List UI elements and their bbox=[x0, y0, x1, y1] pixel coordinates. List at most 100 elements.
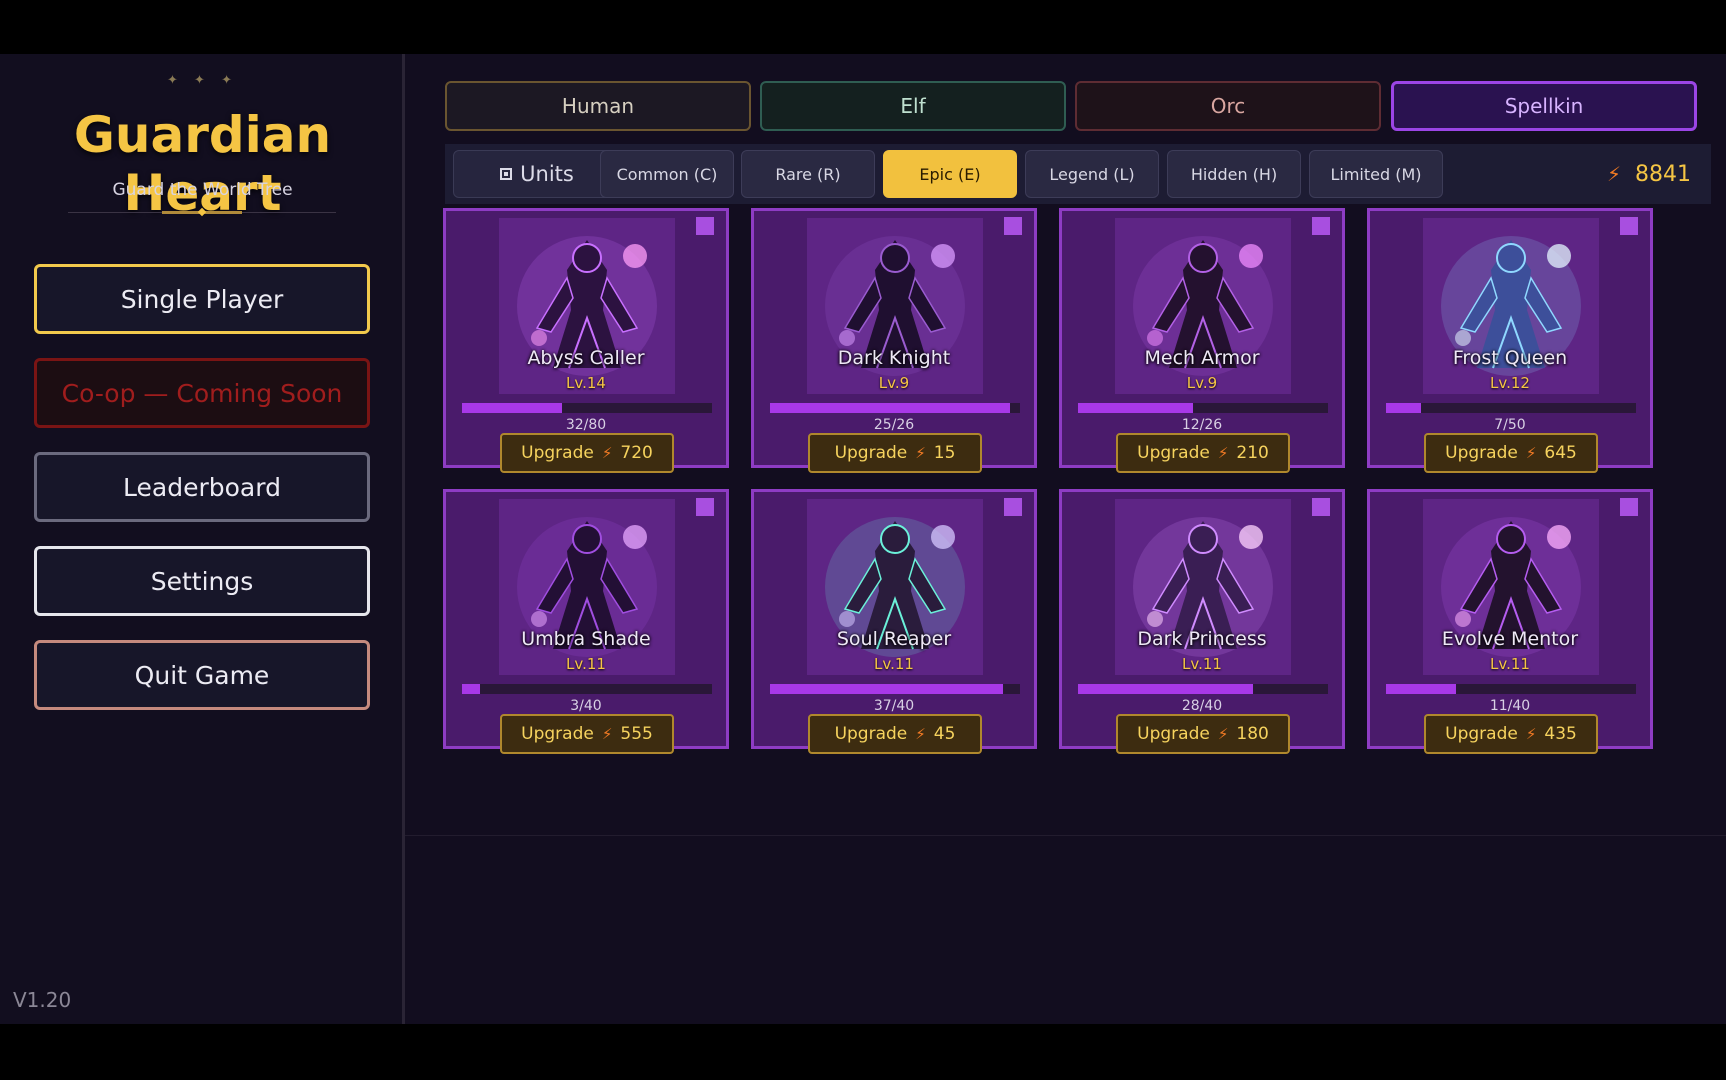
upgrade-button[interactable]: Upgrade ⚡ 45 bbox=[808, 714, 982, 754]
unit-level: Lv.11 bbox=[1182, 655, 1222, 673]
currency-display: ⚡ 8841 bbox=[1607, 144, 1691, 204]
unit-name: Evolve Mentor bbox=[1441, 628, 1579, 650]
upgrade-label: Upgrade bbox=[521, 443, 594, 463]
unit-card[interactable]: Dark Princess Lv.11 28/40 Upgrade ⚡ 180 bbox=[1059, 489, 1345, 754]
upgrade-label: Upgrade bbox=[1137, 443, 1210, 463]
upgrade-cost: 435 bbox=[1544, 724, 1577, 744]
rarity-tab-legend[interactable]: Legend (L) bbox=[1025, 150, 1159, 198]
xp-text: 11/40 bbox=[1489, 698, 1531, 714]
rarity-tab-common[interactable]: Common (C) bbox=[600, 150, 734, 198]
unit-card[interactable]: Frost Queen Lv.12 7/50 Upgrade ⚡ 645 bbox=[1367, 208, 1653, 473]
quit-game-button[interactable]: Quit Game bbox=[34, 640, 370, 710]
lightning-icon: ⚡ bbox=[915, 444, 926, 462]
coop-button[interactable]: Co-op — Coming Soon bbox=[34, 358, 370, 428]
game-subtitle: Guard the World Tree bbox=[112, 180, 293, 200]
select-checkbox[interactable] bbox=[1312, 498, 1330, 516]
rarity-filter-bar: Units Common (C) Rare (R) Epic (E) Legen… bbox=[445, 144, 1711, 204]
upgrade-button[interactable]: Upgrade ⚡ 720 bbox=[500, 433, 674, 473]
rarity-tab-epic[interactable]: Epic (E) bbox=[883, 150, 1017, 198]
rarity-tab-limited[interactable]: Limited (M) bbox=[1309, 150, 1443, 198]
single-player-button[interactable]: Single Player bbox=[34, 264, 370, 334]
faction-tab-spellkin[interactable]: Spellkin bbox=[1391, 81, 1697, 131]
upgrade-button[interactable]: Upgrade ⚡ 435 bbox=[1424, 714, 1598, 754]
xp-progress-fill bbox=[770, 403, 1010, 413]
unit-card[interactable]: Umbra Shade Lv.11 3/40 Upgrade ⚡ 555 bbox=[443, 489, 729, 754]
unit-level: Lv.9 bbox=[878, 374, 910, 392]
unit-card[interactable]: Soul Reaper Lv.11 37/40 Upgrade ⚡ 45 bbox=[751, 489, 1037, 754]
xp-progress-fill bbox=[1078, 684, 1253, 694]
xp-text: 12/26 bbox=[1181, 417, 1223, 433]
lightning-icon: ⚡ bbox=[601, 725, 613, 743]
upgrade-label: Upgrade bbox=[521, 724, 594, 744]
panel-divider bbox=[405, 835, 1726, 836]
select-checkbox[interactable] bbox=[1004, 217, 1022, 235]
xp-progress-bar bbox=[1078, 684, 1328, 694]
xp-progress-bar bbox=[1386, 403, 1636, 413]
rarity-tab-rare[interactable]: Rare (R) bbox=[741, 150, 875, 198]
upgrade-label: Upgrade bbox=[1137, 724, 1210, 744]
lightning-icon: ⚡ bbox=[1525, 444, 1537, 462]
units-icon bbox=[500, 168, 513, 180]
faction-tab-elf[interactable]: Elf bbox=[760, 81, 1066, 131]
xp-progress-bar bbox=[770, 403, 1020, 413]
upgrade-button[interactable]: Upgrade ⚡ 15 bbox=[808, 433, 982, 473]
upgrade-button[interactable]: Upgrade ⚡ 645 bbox=[1424, 433, 1598, 473]
lightning-icon: ⚡ bbox=[1525, 725, 1537, 743]
rarity-tab-hidden[interactable]: Hidden (H) bbox=[1167, 150, 1301, 198]
settings-button[interactable]: Settings bbox=[34, 546, 370, 616]
xp-progress-bar bbox=[462, 684, 712, 694]
upgrade-cost: 210 bbox=[1236, 443, 1269, 463]
upgrade-cost: 555 bbox=[620, 724, 653, 744]
unit-name: Dark Knight bbox=[837, 347, 951, 369]
xp-text: 25/26 bbox=[873, 417, 915, 433]
lightning-icon: ⚡ bbox=[601, 444, 613, 462]
currency-amount: 8841 bbox=[1635, 161, 1691, 187]
xp-text: 28/40 bbox=[1181, 698, 1223, 714]
unit-level: Lv.12 bbox=[1490, 374, 1530, 392]
xp-progress-fill bbox=[1078, 403, 1193, 413]
xp-progress-fill bbox=[462, 403, 562, 413]
lightning-icon: ⚡ bbox=[1217, 725, 1229, 743]
upgrade-button[interactable]: Upgrade ⚡ 180 bbox=[1116, 714, 1290, 754]
upgrade-label: Upgrade bbox=[834, 724, 908, 744]
xp-progress-fill bbox=[770, 684, 1003, 694]
xp-text: 37/40 bbox=[873, 698, 915, 714]
upgrade-button[interactable]: Upgrade ⚡ 210 bbox=[1116, 433, 1290, 473]
xp-progress-bar bbox=[462, 403, 712, 413]
upgrade-cost: 15 bbox=[933, 443, 956, 463]
leaderboard-button[interactable]: Leaderboard bbox=[34, 452, 370, 522]
select-checkbox[interactable] bbox=[1312, 217, 1330, 235]
unit-name: Abyss Caller bbox=[527, 347, 645, 369]
select-checkbox[interactable] bbox=[1620, 217, 1638, 235]
faction-tab-orc[interactable]: Orc bbox=[1075, 81, 1381, 131]
upgrade-button[interactable]: Upgrade ⚡ 555 bbox=[500, 714, 674, 754]
unit-card[interactable]: Dark Knight Lv.9 25/26 Upgrade ⚡ 15 bbox=[751, 208, 1037, 473]
upgrade-cost: 645 bbox=[1544, 443, 1577, 463]
upgrade-label: Upgrade bbox=[1445, 443, 1518, 463]
unit-card[interactable]: Mech Armor Lv.9 12/26 Upgrade ⚡ 210 bbox=[1059, 208, 1345, 473]
faction-tab-human[interactable]: Human bbox=[445, 81, 751, 131]
xp-progress-bar bbox=[1386, 684, 1636, 694]
xp-progress-fill bbox=[462, 684, 480, 694]
units-button[interactable]: Units bbox=[453, 150, 621, 198]
xp-text: 32/80 bbox=[565, 417, 607, 433]
upgrade-label: Upgrade bbox=[834, 443, 908, 463]
lightning-icon: ⚡ bbox=[1606, 162, 1621, 186]
xp-text: 7/50 bbox=[1494, 417, 1526, 433]
upgrade-cost: 720 bbox=[620, 443, 653, 463]
select-checkbox[interactable] bbox=[696, 217, 714, 235]
unit-level: Lv.11 bbox=[1490, 655, 1530, 673]
select-checkbox[interactable] bbox=[1004, 498, 1022, 516]
select-checkbox[interactable] bbox=[1620, 498, 1638, 516]
unit-card[interactable]: Abyss Caller Lv.14 32/80 Upgrade ⚡ 720 bbox=[443, 208, 729, 473]
unit-name: Frost Queen bbox=[1452, 347, 1568, 369]
unit-level: Lv.11 bbox=[566, 655, 606, 673]
unit-name: Dark Princess bbox=[1137, 628, 1267, 650]
unit-card[interactable]: Evolve Mentor Lv.11 11/40 Upgrade ⚡ 435 bbox=[1367, 489, 1653, 754]
main-menu-sidebar: ✦ ✦ ✦ Guardian Heart Guard the World Tre… bbox=[0, 54, 405, 1024]
xp-progress-fill bbox=[1386, 684, 1456, 694]
unit-name: Umbra Shade bbox=[521, 628, 651, 650]
unit-name: Soul Reaper bbox=[836, 628, 952, 650]
unit-level: Lv.14 bbox=[566, 374, 606, 392]
select-checkbox[interactable] bbox=[696, 498, 714, 516]
